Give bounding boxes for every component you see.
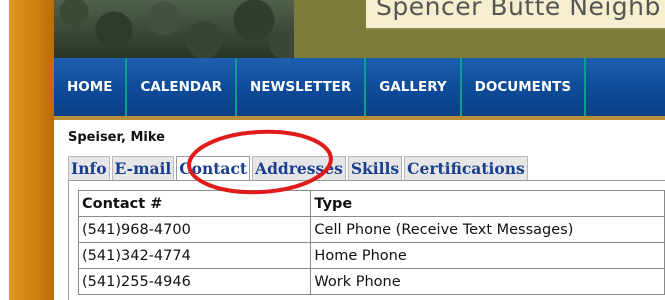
contact-type-cell: Home Phone [310, 242, 665, 269]
contact-number-cell: (541)255-4946 [77, 268, 312, 295]
contact-number-cell: (541)342-4774 [77, 242, 312, 269]
main-nav: HOME CALENDAR NEWSLETTER GALLERY DOCUMEN… [54, 58, 665, 120]
banner-trees-image [54, 0, 294, 58]
contact-type-cell: Cell Phone (Receive Text Messages) [310, 216, 665, 243]
tab-email[interactable]: E-mail [111, 156, 175, 180]
left-sidebar [0, 0, 54, 300]
tab-contact[interactable]: Contact [176, 156, 251, 180]
main-content: Speiser, Mike Info E-mail Contact Addres… [54, 120, 665, 300]
nav-gallery[interactable]: GALLERY [366, 58, 462, 116]
banner-title-box: Spencer Butte Neighb [366, 0, 665, 30]
site-banner: Spencer Butte Neighb [54, 0, 665, 58]
person-name: Speiser, Mike [68, 130, 165, 145]
nav-documents[interactable]: DOCUMENTS [462, 58, 587, 116]
table-header-row: Contact # Type [77, 190, 665, 217]
tab-info[interactable]: Info [68, 156, 110, 180]
column-header-type: Type [310, 190, 665, 217]
column-header-contact-number: Contact # [77, 190, 312, 217]
site-title: Spencer Butte Neighb [376, 0, 661, 21]
contacts-table: Contact # Type (541)968-4700 Cell Phone … [77, 190, 665, 295]
contact-tab-panel: Contact # Type (541)968-4700 Cell Phone … [68, 180, 665, 300]
table-row: (541)342-4774 Home Phone [77, 242, 665, 269]
nav-newsletter[interactable]: NEWSLETTER [237, 58, 367, 116]
nav-home[interactable]: HOME [54, 58, 128, 116]
tab-certifications[interactable]: Certifications [404, 156, 528, 180]
contact-number-cell: (541)968-4700 [77, 216, 312, 243]
tab-addresses[interactable]: Addresses [252, 156, 346, 180]
profile-tabs: Info E-mail Contact Addresses Skills Cer… [68, 156, 530, 180]
left-margin [0, 0, 9, 300]
table-row: (541)968-4700 Cell Phone (Receive Text M… [77, 216, 665, 243]
nav-calendar[interactable]: CALENDAR [127, 58, 237, 116]
tab-skills[interactable]: Skills [347, 156, 403, 180]
table-row: (541)255-4946 Work Phone [77, 268, 665, 295]
contact-type-cell: Work Phone [310, 268, 665, 295]
